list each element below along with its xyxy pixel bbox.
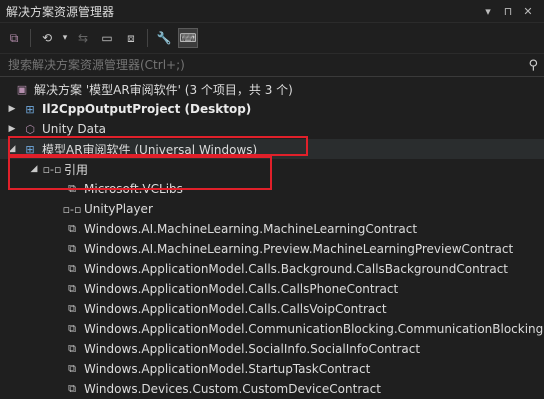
sync-icon[interactable]: ⇆ bbox=[73, 28, 93, 48]
expand-arrow-icon[interactable]: ▶ bbox=[6, 104, 18, 114]
reference-item[interactable]: ⧉ Windows.ApplicationModel.Calls.CallsPh… bbox=[0, 279, 544, 299]
reference-label: Windows.ApplicationModel.Calls.Backgroun… bbox=[84, 262, 509, 276]
search-input[interactable] bbox=[6, 57, 525, 73]
reference-item[interactable]: ⧉ Windows.Devices.Custom.CustomDeviceCon… bbox=[0, 379, 544, 399]
pin-icon[interactable]: ⊓ bbox=[498, 5, 518, 18]
collapse-all-icon[interactable]: ▭ bbox=[97, 28, 117, 48]
search-icon[interactable]: ⚲ bbox=[528, 58, 538, 73]
reference-icon: ⧉ bbox=[68, 322, 76, 335]
reference-label: Windows.ApplicationModel.StartupTaskCont… bbox=[84, 362, 371, 376]
reference-label: Windows.ApplicationModel.CommunicationBl… bbox=[84, 322, 544, 336]
reference-icon: ⧉ bbox=[68, 382, 76, 395]
reference-item[interactable]: ⧉ Windows.ApplicationModel.Calls.CallsVo… bbox=[0, 299, 544, 319]
search-bar: ⚲ bbox=[0, 54, 544, 77]
reference-icon: ⧉ bbox=[68, 342, 76, 355]
reference-item[interactable]: ⧉ Windows.ApplicationModel.Communication… bbox=[0, 319, 544, 339]
reference-icon: ⧉ bbox=[68, 242, 76, 255]
reference-icon: ⧉ bbox=[68, 182, 76, 195]
expand-arrow-icon[interactable]: ▶ bbox=[6, 124, 18, 134]
references-list: ⧉ Microsoft.VCLibs ▫-▫ UnityPlayer ⧉ Win… bbox=[0, 179, 544, 399]
project-node[interactable]: ▶ ⬡ Unity Data bbox=[0, 119, 544, 139]
solution-label: 解决方案 '模型AR审阅软件' (3 个项目，共 3 个) bbox=[34, 82, 293, 97]
vs-switch-views-icon[interactable]: ⧉ bbox=[4, 28, 24, 48]
show-all-files-icon[interactable]: ⧈ bbox=[121, 28, 141, 48]
reference-label: Windows.AI.MachineLearning.Preview.Machi… bbox=[84, 242, 514, 256]
cpp-project-icon: ⊞ bbox=[25, 102, 35, 116]
unity-data-icon: ⬡ bbox=[25, 122, 35, 136]
properties-wrench-icon[interactable]: 🔧 bbox=[154, 28, 174, 48]
references-node[interactable]: ◢ ▫-▫ 引用 bbox=[0, 159, 544, 179]
reference-label: Windows.AI.MachineLearning.MachineLearni… bbox=[84, 222, 418, 236]
reference-icon: ⧉ bbox=[68, 262, 76, 275]
project-label: 模型AR审阅软件 (Universal Windows) bbox=[42, 142, 258, 157]
title-bar: 解决方案资源管理器 ▾ ⊓ ✕ bbox=[0, 0, 544, 23]
reference-item[interactable]: ▫-▫ UnityPlayer bbox=[0, 199, 544, 219]
project-node[interactable]: ▶ ⊞ Il2CppOutputProject (Desktop) bbox=[0, 99, 544, 119]
toolbar-separator bbox=[147, 29, 148, 47]
history-dropdown-icon[interactable]: ▾ bbox=[61, 28, 69, 48]
reference-icon: ⧉ bbox=[68, 302, 76, 315]
project-label: Il2CppOutputProject (Desktop) bbox=[42, 102, 252, 116]
reference-label: Windows.ApplicationModel.Calls.CallsVoip… bbox=[84, 302, 387, 316]
references-icon: ▫-▫ bbox=[42, 162, 62, 176]
solution-tree: ▣ 解决方案 '模型AR审阅软件' (3 个项目，共 3 个) ▶ ⊞ Il2C… bbox=[0, 77, 544, 399]
reference-item[interactable]: ⧉ Windows.ApplicationModel.Calls.Backgro… bbox=[0, 259, 544, 279]
reference-icon: ⧉ bbox=[68, 222, 76, 235]
uwp-project-icon: ⊞ bbox=[25, 142, 35, 156]
dropdown-icon[interactable]: ▾ bbox=[478, 5, 498, 18]
collapse-arrow-icon[interactable]: ◢ bbox=[6, 144, 18, 154]
reference-item[interactable]: ⧉ Windows.ApplicationModel.StartupTaskCo… bbox=[0, 359, 544, 379]
reference-icon: ⧉ bbox=[68, 282, 76, 295]
history-icon[interactable]: ⟲ bbox=[37, 28, 57, 48]
reference-icon: ⧉ bbox=[68, 362, 76, 375]
references-label: 引用 bbox=[64, 162, 89, 177]
reference-label: Windows.Devices.Custom.CustomDeviceContr… bbox=[84, 382, 381, 396]
reference-item[interactable]: ⧉ Microsoft.VCLibs bbox=[0, 179, 544, 199]
reference-label: UnityPlayer bbox=[84, 202, 153, 216]
reference-label: Windows.ApplicationModel.Calls.CallsPhon… bbox=[84, 282, 399, 296]
collapse-arrow-icon[interactable]: ◢ bbox=[28, 164, 40, 174]
reference-icon: ▫-▫ bbox=[62, 202, 82, 216]
toolbar-separator bbox=[30, 29, 31, 47]
reference-item[interactable]: ⧉ Windows.AI.MachineLearning.Preview.Mac… bbox=[0, 239, 544, 259]
solution-icon: ▣ bbox=[16, 82, 28, 96]
reference-item[interactable]: ⧉ Windows.AI.MachineLearning.MachineLear… bbox=[0, 219, 544, 239]
reference-item[interactable]: ⧉ Windows.ApplicationModel.SocialInfo.So… bbox=[0, 339, 544, 359]
solution-node[interactable]: ▣ 解决方案 '模型AR审阅软件' (3 个项目，共 3 个) bbox=[0, 79, 544, 99]
panel-title: 解决方案资源管理器 bbox=[6, 4, 115, 19]
toolbar: ⧉ ⟲ ▾ ⇆ ▭ ⧈ 🔧 ⌨ bbox=[0, 23, 544, 54]
close-icon[interactable]: ✕ bbox=[518, 5, 538, 18]
project-node[interactable]: ◢ ⊞ 模型AR审阅软件 (Universal Windows) bbox=[0, 139, 544, 159]
reference-label: Windows.ApplicationModel.SocialInfo.Soci… bbox=[84, 342, 421, 356]
project-label: Unity Data bbox=[42, 122, 106, 136]
preview-selected-icon[interactable]: ⌨ bbox=[178, 28, 198, 48]
reference-label: Microsoft.VCLibs bbox=[84, 182, 183, 196]
